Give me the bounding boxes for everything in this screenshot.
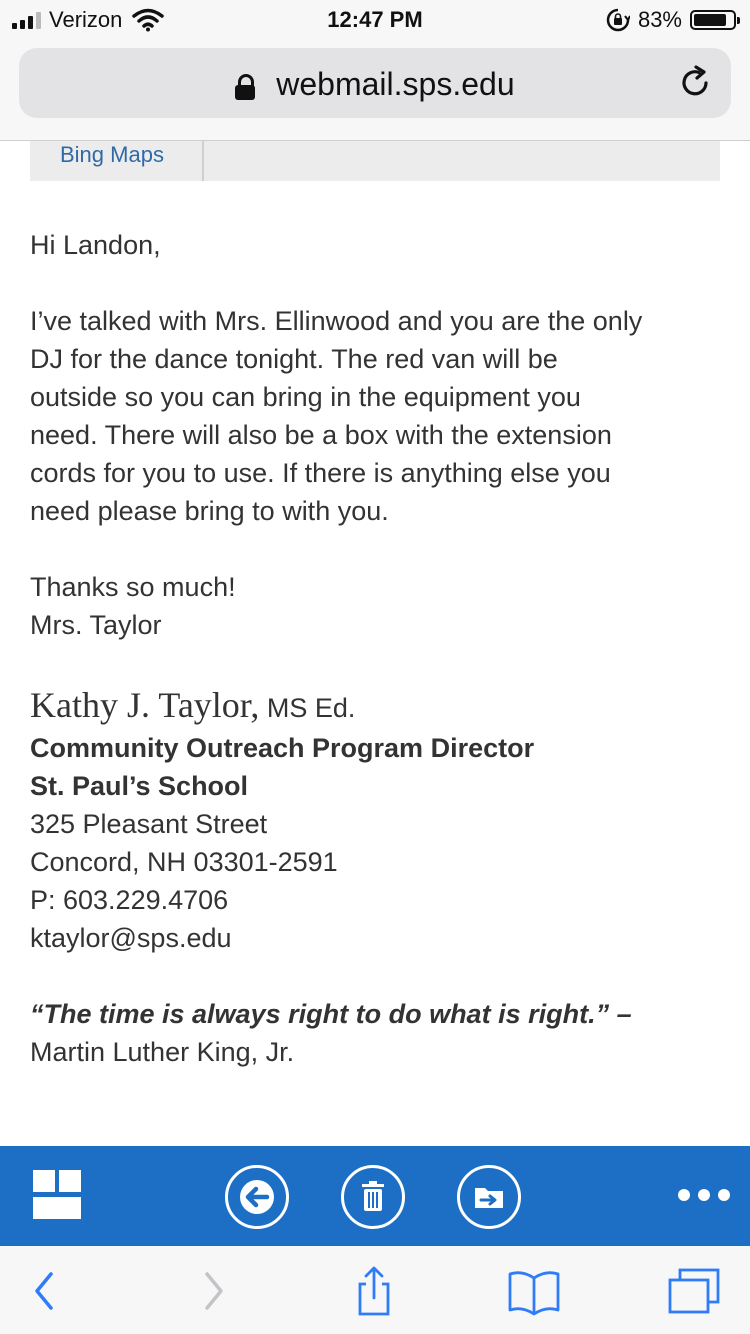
status-bar: Verizon 12:47 PM 83% (0, 0, 750, 40)
signature-quote: “The time is always right to do what is … (30, 999, 632, 1029)
forward-icon[interactable] (185, 1266, 245, 1316)
move-button[interactable] (457, 1165, 521, 1229)
browser-address-area: webmail.sps.edu (0, 40, 750, 141)
status-right: 83% (606, 7, 740, 33)
share-icon[interactable] (344, 1266, 404, 1316)
body-line: need please bring to with you. (30, 496, 389, 526)
reply-icon (240, 1180, 274, 1214)
signature-name-line: Kathy J. Taylor, MS Ed. (30, 684, 720, 729)
body-line: DJ for the dance tonight. The red van wi… (30, 344, 558, 374)
delete-button[interactable] (341, 1165, 405, 1229)
body-line: outside so you can bring in the equipmen… (30, 382, 581, 412)
signature-street: 325 Pleasant Street (30, 809, 268, 839)
signature-title: Community Outreach Program Director (30, 733, 535, 763)
body-line: need. There will also be a box with the … (30, 420, 612, 450)
trash-icon (362, 1181, 384, 1211)
closing-name: Mrs. Taylor (30, 610, 162, 640)
maps-strip: Bing Maps (30, 141, 720, 181)
bookmarks-icon[interactable] (504, 1266, 564, 1316)
reload-icon[interactable] (677, 65, 713, 101)
app-grid-icon[interactable] (33, 1170, 81, 1220)
bing-maps-link[interactable]: Bing Maps (30, 141, 204, 181)
safari-toolbar (0, 1246, 750, 1334)
greeting: Hi Landon, (30, 230, 161, 260)
battery-icon (690, 10, 740, 30)
signature-school: St. Paul’s School (30, 771, 249, 801)
body-line: I’ve talked with Mrs. Ellinwood and you … (30, 306, 643, 336)
email-body: Hi Landon, I’ve talked with Mrs. Ellinwo… (30, 226, 720, 1071)
signature-email[interactable]: ktaylor@sps.edu (30, 919, 720, 957)
closing: Thanks so much! (30, 572, 236, 602)
body-line: cords for you to use. If there is anythi… (30, 458, 611, 488)
mail-toolbar (0, 1146, 750, 1246)
more-icon[interactable] (678, 1189, 730, 1201)
lock-icon (235, 73, 256, 100)
reply-button[interactable] (225, 1165, 289, 1229)
tabs-icon[interactable] (664, 1266, 724, 1316)
signature-city: Concord, NH 03301-2591 (30, 847, 338, 877)
bing-maps-label: Bing Maps (60, 142, 164, 167)
move-icon (475, 1188, 503, 1208)
battery-percent: 83% (637, 7, 682, 32)
signature-credential: MS Ed. (266, 693, 356, 723)
back-icon[interactable] (25, 1266, 85, 1316)
quote-author: Martin Luther King, Jr. (30, 1037, 295, 1067)
url-text: webmail.sps.edu (276, 66, 515, 102)
signature-phone[interactable]: P: 603.229.4706 (30, 881, 720, 919)
signature-name: Kathy J. Taylor, (30, 685, 260, 725)
address-bar[interactable]: webmail.sps.edu (19, 48, 731, 118)
orientation-lock-icon (606, 8, 630, 32)
